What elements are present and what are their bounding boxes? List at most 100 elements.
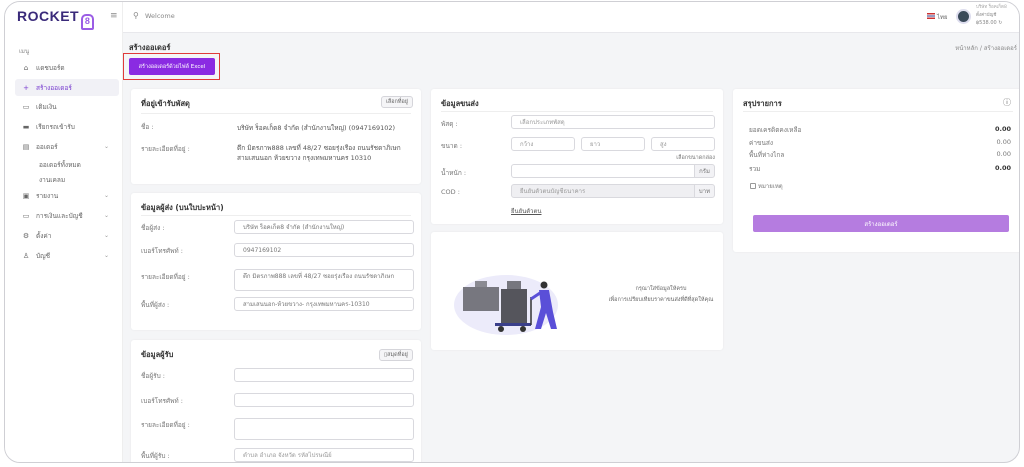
empty-state-message: กรุณาใส่ข้อมูลให้ครบ เพื่อการเปรียบเทียบร… — [591, 284, 731, 306]
report-icon: ▣ — [22, 191, 30, 200]
home-icon: ⌂ — [23, 63, 29, 72]
breadcrumb: หน้าหลัก / สร้างออเดอร์ — [955, 43, 1017, 53]
name-value: บริษัท ร็อคเก็ต8 จำกัด (สำนักงานใหญ่) (0… — [237, 124, 396, 132]
finance-icon: ▭ — [22, 211, 30, 220]
breadcrumb-home[interactable]: หน้าหลัก — [955, 45, 978, 52]
address-label: รายละเอียดที่อยู่ : — [141, 145, 190, 153]
language-selector[interactable]: ไทย — [937, 12, 948, 22]
note-label: หมายเหตุ — [758, 183, 783, 190]
menu-section-label: เมนู — [19, 48, 30, 55]
sidebar-item-label: ออเดอร์ — [36, 142, 58, 151]
receiver-phone-input[interactable] — [234, 393, 414, 407]
row-value: 0.00 — [996, 138, 1011, 146]
checkbox-box[interactable] — [750, 183, 756, 189]
cod-unit: บาท — [694, 184, 715, 198]
logo[interactable]: ROCKET 8 — [17, 8, 95, 30]
card-title: ข้อมูลขนส่ง — [441, 99, 479, 108]
empty-state-line1: กรุณาใส่ข้อมูลให้ครบ — [635, 286, 687, 292]
user-name: บริษัท ร็อคเก็ต8 — [976, 5, 1007, 10]
summary-row-remote-area: พื้นที่ห่างไกล 0.00 — [749, 150, 1011, 160]
sidebar-item-label: เรียกรถเข้ารับ — [36, 122, 75, 131]
search-icon: ⚲ — [133, 11, 139, 20]
receiver-name-label: ชื่อผู้รับ : — [141, 372, 165, 380]
row-value: 0.00 — [994, 125, 1011, 133]
sidebar-item-reports[interactable]: ▣ รายงาน ⌄ — [15, 187, 119, 204]
settings-icon: ⚙ — [22, 231, 30, 240]
account-settings-link[interactable]: ตั้งค่าบัญชี — [976, 11, 996, 18]
sidebar-item-label: ตั้งค่า — [36, 231, 52, 240]
truck-icon: ▬ — [22, 122, 30, 131]
shipping-card: ข้อมูลขนส่ง พัสดุ : เลือกประเภทพัสดุ ขนา… — [431, 89, 723, 224]
size-label: ขนาด : — [441, 142, 463, 150]
divider — [743, 111, 1013, 112]
parcel-label: พัสดุ : — [441, 120, 458, 128]
weight-unit: กรัม — [694, 164, 715, 178]
chevron-down-icon: ⌄ — [103, 192, 109, 199]
delivery-illustration-icon — [454, 275, 558, 335]
chevron-down-icon: ⌄ — [103, 252, 109, 259]
summary-row-shipping: ค่าขนส่ง 0.00 — [749, 138, 1011, 148]
pickup-address-card: ที่อยู่เข้ารับพัสดุ เลือกที่อยู่ ชื่อ : … — [131, 89, 421, 184]
sidebar-item-dashboard[interactable]: ⌂ แดชบอร์ด — [15, 59, 119, 76]
sidebar: ROCKET 8 ≡ เมนู ⌂ แดชบอร์ด + สร้างออเดอร์ ▭… — [5, 2, 123, 462]
verify-identity-link[interactable]: ยืนยันตัวตน — [511, 206, 542, 216]
refresh-icon[interactable]: ↻ — [998, 20, 1002, 26]
chevron-down-icon: ⌄ — [103, 143, 109, 150]
breadcrumb-separator: / — [979, 45, 982, 52]
row-label: พื้นที่ห่างไกล — [749, 151, 785, 159]
weight-label: น้ำหนัก : — [441, 169, 467, 177]
summary-row-total: รวม 0.00 — [749, 164, 1011, 174]
wallet-icon: ▭ — [22, 102, 30, 111]
balance: ฿538.00 ↻ — [976, 20, 1002, 26]
rocket-logo-icon: 8 — [81, 14, 95, 30]
avatar[interactable] — [956, 9, 971, 24]
receiver-area-label: พื้นที่ผู้รับ : — [141, 452, 170, 460]
note-checkbox[interactable]: หมายเหตุ — [750, 181, 783, 191]
hamburger-menu-icon[interactable]: ≡ — [110, 11, 118, 21]
sidebar-item-settings[interactable]: ⚙ ตั้งค่า ⌄ — [15, 227, 119, 244]
sidebar-subitem-all-orders[interactable]: ออเดอร์ทั้งหมด — [39, 160, 81, 170]
receiver-address-label: รายละเอียดที่อยู่ : — [141, 421, 190, 429]
sender-area-label: พื้นที่ผู้ส่ง : — [141, 301, 170, 309]
button-label: สมุดที่อยู่ — [387, 352, 408, 358]
sender-phone-label: เบอร์โทรศัพท์ : — [141, 247, 183, 255]
sender-name-input[interactable]: บริษัท ร็อคเก็ต8 จำกัด (สำนักงานใหญ่) — [234, 220, 414, 234]
parcel-type-select[interactable]: เลือกประเภทพัสดุ — [511, 115, 715, 129]
sender-card: ข้อมูลผู้ส่ง (บนใบปะหน้า) ชื่อผู้ส่ง : บ… — [131, 193, 421, 330]
sidebar-item-finance[interactable]: ▭ การเงินและบัญชี ⌄ — [15, 207, 119, 224]
sidebar-item-topup[interactable]: ▭ เติมเงิน — [15, 98, 119, 115]
select-address-button[interactable]: เลือกที่อยู่ — [381, 96, 413, 108]
search-input[interactable]: Welcome — [145, 12, 175, 20]
divider — [141, 113, 411, 114]
length-input[interactable]: ยาว — [581, 137, 645, 151]
sidebar-subitem-claims[interactable]: งานเคลม — [39, 175, 65, 185]
sender-area-input[interactable]: สามเสนนอก-ห้วยขวาง- กรุงเทพมหานคร-10310 — [234, 297, 414, 311]
sender-address-label: รายละเอียดที่อยู่ : — [141, 273, 190, 281]
create-order-button[interactable]: สร้างออเดอร์ — [753, 215, 1009, 232]
app-window: ROCKET 8 ≡ เมนู ⌂ แดชบอร์ด + สร้างออเดอร์ ▭… — [4, 1, 1020, 463]
thai-flag-icon[interactable] — [927, 13, 935, 19]
sidebar-item-pickup[interactable]: ▬ เรียกรถเข้ารับ — [15, 118, 119, 135]
width-input[interactable]: กว้าง — [511, 137, 575, 151]
sender-name-label: ชื่อผู้ส่ง : — [141, 224, 165, 232]
create-order-excel-button[interactable]: สร้างออเดอร์ด้วยไฟล์ Excel — [129, 58, 215, 75]
height-input[interactable]: สูง — [651, 137, 715, 151]
select-box-size-link[interactable]: เลือกขนาดกล่อง — [676, 154, 715, 162]
receiver-address-textarea[interactable] — [234, 418, 414, 440]
card-title: ข้อมูลผู้รับ — [141, 350, 174, 359]
cod-label: COD : — [441, 188, 460, 196]
sidebar-item-label: รายงาน — [36, 191, 59, 200]
sidebar-item-label: บัญชี — [36, 251, 51, 260]
sidebar-item-create-order[interactable]: + สร้างออเดอร์ — [15, 79, 119, 96]
sidebar-item-orders[interactable]: ▤ ออเดอร์ ⌄ — [15, 138, 119, 155]
receiver-area-input[interactable]: ตำบล อำเภอ จังหวัด รหัสไปรษณีย์ — [234, 448, 414, 462]
sender-phone-input[interactable]: 0947169102 — [234, 243, 414, 257]
sidebar-item-account[interactable]: ♙ บัญชี ⌄ — [15, 247, 119, 264]
receiver-name-input[interactable] — [234, 368, 414, 382]
cod-input[interactable]: ยืนยันตัวตนบัญชีธนาคาร — [511, 184, 695, 198]
sender-address-textarea[interactable]: ตึก มิตรภาพ888 เลขที่ 48/27 ซอยรุ่งเรือง… — [234, 269, 414, 291]
row-value: 0.00 — [994, 164, 1011, 172]
weight-input[interactable] — [511, 164, 695, 178]
info-icon[interactable]: ⓘ — [1003, 97, 1011, 108]
address-book-button[interactable]: ▯ สมุดที่อยู่ — [379, 349, 413, 361]
